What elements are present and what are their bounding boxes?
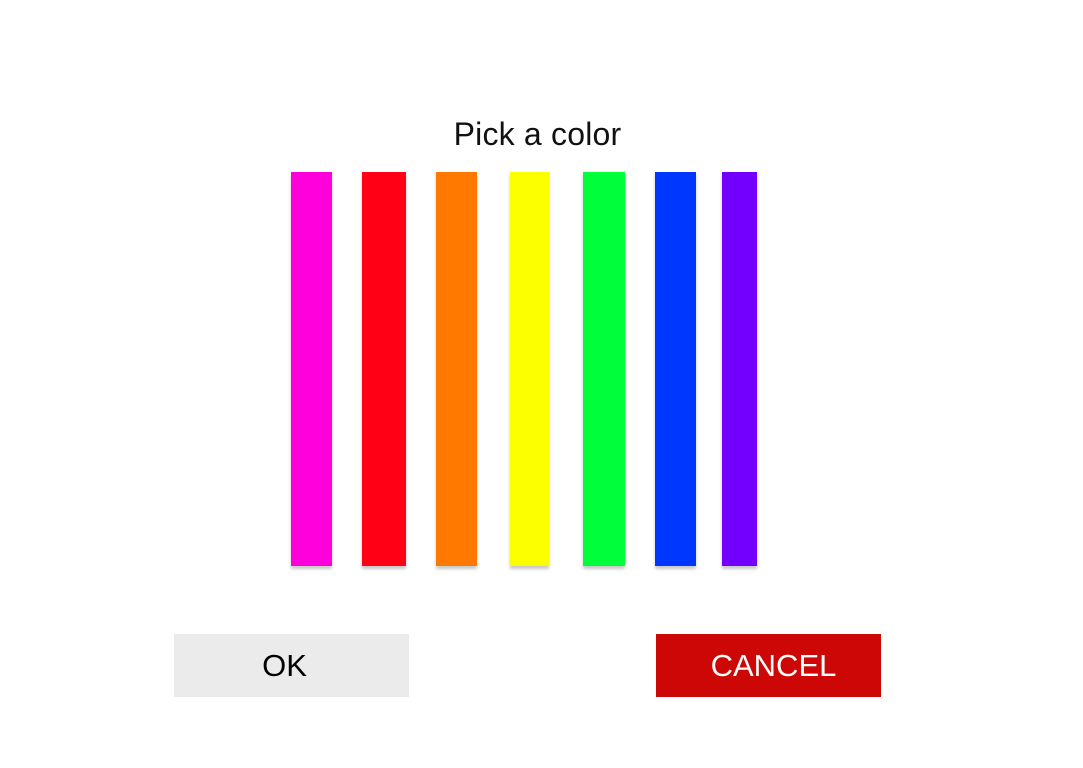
color-swatch-magenta[interactable]	[291, 172, 332, 566]
dialog-title: Pick a color	[453, 116, 622, 152]
color-swatch-yellow[interactable]	[510, 172, 549, 566]
cancel-button[interactable]: CANCEL	[656, 634, 881, 697]
color-swatch-green[interactable]	[583, 172, 625, 566]
color-swatch-violet[interactable]	[722, 172, 757, 566]
color-swatch-blue[interactable]	[655, 172, 696, 566]
ok-button[interactable]: OK	[174, 634, 409, 697]
color-swatch-orange[interactable]	[436, 172, 477, 566]
color-swatch-red[interactable]	[362, 172, 406, 566]
